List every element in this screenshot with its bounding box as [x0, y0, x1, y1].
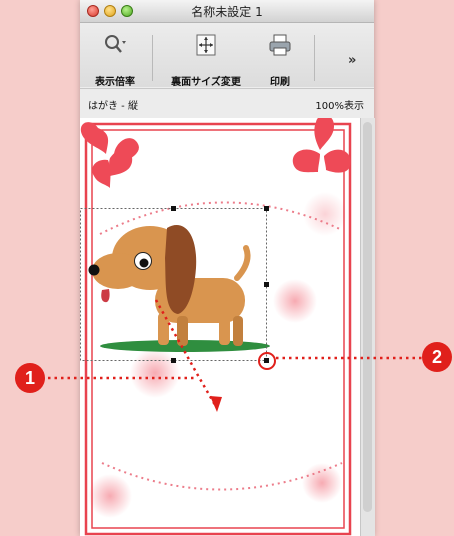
drag-path-arrow: [154, 299, 217, 406]
callout-1-number: 1: [25, 368, 35, 388]
callout-2-target-ring: [258, 352, 276, 370]
arrowhead-icon: [210, 396, 222, 412]
callout-overlay: 1 2: [15, 299, 452, 412]
callout-2-number: 2: [432, 347, 442, 367]
